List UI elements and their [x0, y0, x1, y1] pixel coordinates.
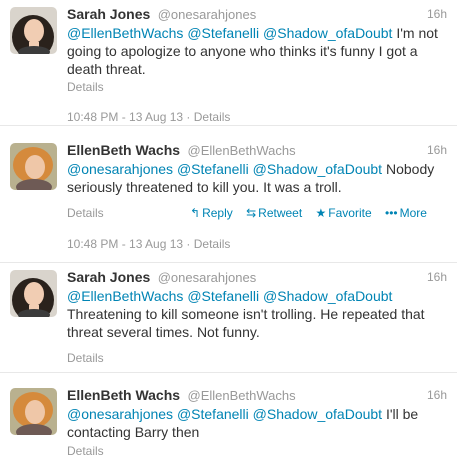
mention-link[interactable]: @onesarahjones	[67, 406, 173, 422]
tweet-header: EllenBeth Wachs @EllenBethWachs 16h	[67, 142, 447, 160]
tweet-item[interactable]: Sarah Jones @onesarahjones 16h @EllenBet…	[0, 0, 457, 126]
author-handle[interactable]: @EllenBethWachs	[188, 143, 296, 158]
tweet-timestamp[interactable]: 10:48 PM - 13 Aug 13 · Details	[67, 110, 230, 124]
tweet-header: EllenBeth Wachs @EllenBethWachs 16h	[67, 387, 447, 405]
tweet-time[interactable]: 16h	[427, 143, 447, 157]
tweet-text: @onesarahjones @Stefanelli @Shadow_ofaDo…	[67, 160, 447, 196]
mention-link[interactable]: @Shadow_ofaDoubt	[263, 288, 392, 304]
author-name[interactable]: EllenBeth Wachs	[67, 387, 180, 403]
reply-icon: ↰	[190, 206, 201, 220]
mention-link[interactable]: @Stefanelli	[187, 25, 259, 41]
more-label: More	[399, 206, 427, 220]
tweet-body: Threatening to kill someone isn't trolli…	[67, 306, 425, 340]
avatar[interactable]	[10, 7, 57, 54]
avatar[interactable]	[10, 388, 57, 435]
details-link[interactable]: Details	[67, 80, 104, 94]
author-name[interactable]: EllenBeth Wachs	[67, 142, 180, 158]
tweet-text: @EllenBethWachs @Stefanelli @Shadow_ofaD…	[67, 24, 447, 78]
reply-label: Reply	[202, 206, 233, 220]
details-link[interactable]: Details	[67, 206, 104, 220]
mention-link[interactable]: @Shadow_ofaDoubt	[263, 25, 392, 41]
mention-link[interactable]: @Stefanelli	[177, 406, 249, 422]
retweet-icon: ⇆	[246, 206, 257, 220]
mention-link[interactable]: @EllenBethWachs	[67, 288, 183, 304]
tweet-header: Sarah Jones @onesarahjones 16h	[67, 269, 447, 287]
author-handle[interactable]: @EllenBethWachs	[188, 388, 296, 403]
tweet-item[interactable]: EllenBeth Wachs @EllenBethWachs 16h @one…	[0, 381, 457, 461]
author-handle[interactable]: @onesarahjones	[158, 270, 256, 285]
more-icon: •••	[385, 206, 398, 220]
tweet-time[interactable]: 16h	[427, 270, 447, 284]
avatar[interactable]	[10, 270, 57, 317]
mention-link[interactable]: @Shadow_ofaDoubt	[253, 161, 382, 177]
mention-link[interactable]: @Stefanelli	[187, 288, 259, 304]
author-name[interactable]: Sarah Jones	[67, 269, 150, 285]
tweet-actions: ↰ Reply ⇆ Retweet ★ Favorite ••• More	[190, 206, 437, 220]
mention-link[interactable]: @Shadow_ofaDoubt	[253, 406, 382, 422]
mention-link[interactable]: @EllenBethWachs	[67, 25, 183, 41]
mention-link[interactable]: @onesarahjones	[67, 161, 173, 177]
details-link[interactable]: Details	[67, 351, 104, 365]
tweet-header: Sarah Jones @onesarahjones 16h	[67, 6, 447, 24]
star-icon: ★	[315, 206, 327, 220]
retweet-label: Retweet	[258, 206, 303, 220]
favorite-button[interactable]: ★ Favorite	[316, 206, 372, 220]
mention-link[interactable]: @Stefanelli	[177, 161, 249, 177]
tweet-text: @EllenBethWachs @Stefanelli @Shadow_ofaD…	[67, 287, 447, 341]
tweet-time[interactable]: 16h	[427, 7, 447, 21]
tweet-item[interactable]: EllenBeth Wachs @EllenBethWachs 16h @one…	[0, 136, 457, 263]
tweet-item[interactable]: Sarah Jones @onesarahjones 16h @EllenBet…	[0, 263, 457, 373]
reply-button[interactable]: ↰ Reply	[190, 206, 233, 220]
tweet-text: @onesarahjones @Stefanelli @Shadow_ofaDo…	[67, 405, 447, 441]
avatar[interactable]	[10, 143, 57, 190]
tweet-timestamp[interactable]: 10:48 PM - 13 Aug 13 · Details	[67, 237, 230, 251]
more-button[interactable]: ••• More	[385, 206, 427, 220]
details-link[interactable]: Details	[67, 444, 104, 458]
tweet-time[interactable]: 16h	[427, 388, 447, 402]
favorite-label: Favorite	[328, 206, 372, 220]
retweet-button[interactable]: ⇆ Retweet	[246, 206, 302, 220]
author-name[interactable]: Sarah Jones	[67, 6, 150, 22]
author-handle[interactable]: @onesarahjones	[158, 7, 256, 22]
